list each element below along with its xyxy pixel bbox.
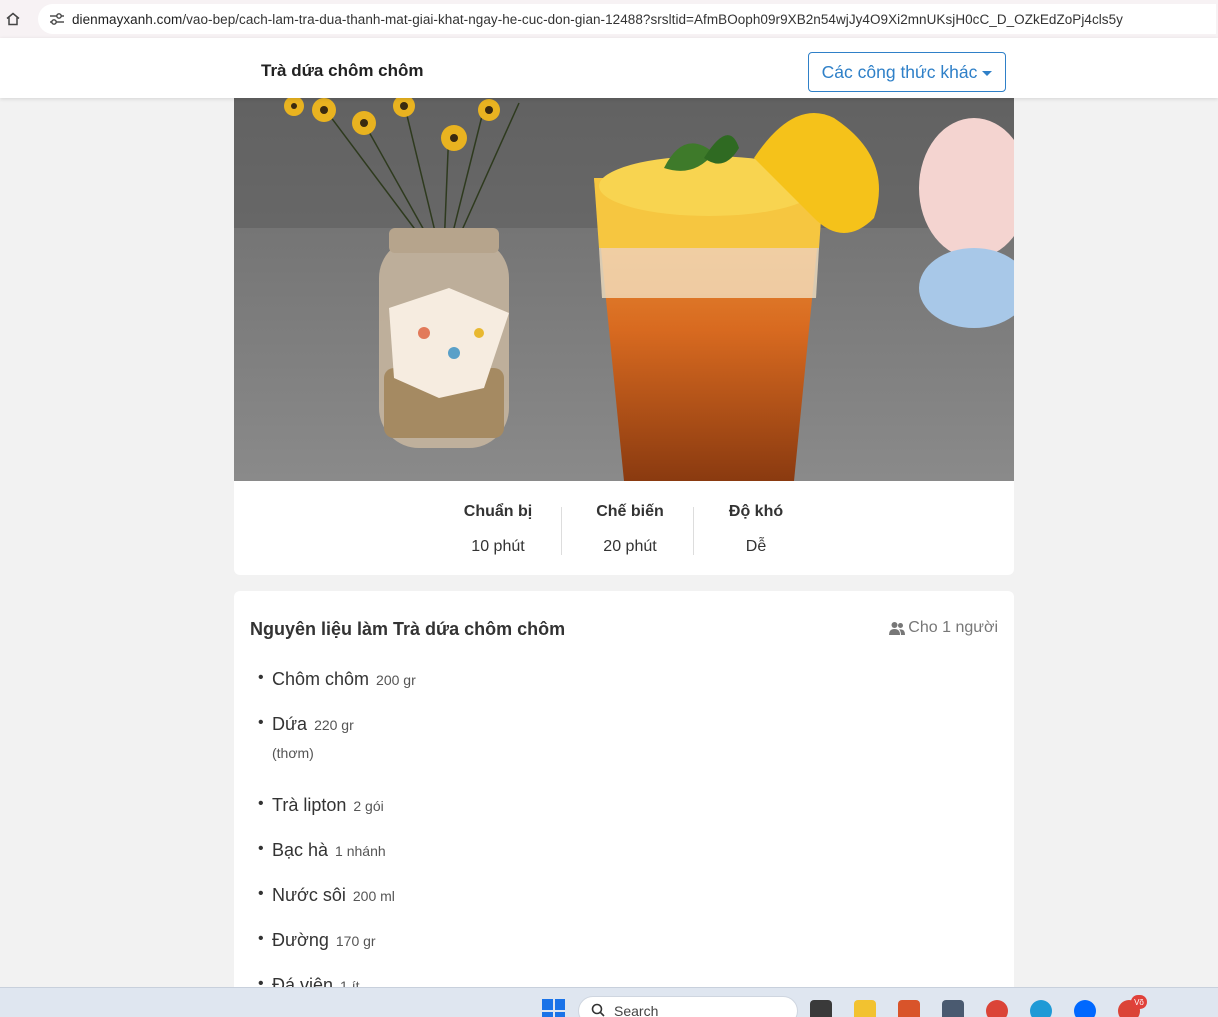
other-recipes-label: Các công thức khác bbox=[821, 61, 978, 82]
ingredient-list: Chôm chôm 200 gr Dứa 220 gr (thơm) Trà lip… bbox=[258, 669, 416, 1017]
file-explorer-icon[interactable] bbox=[854, 1000, 876, 1017]
taskbar: Search bbox=[0, 987, 1218, 1017]
ingredient-qty: 2 gói bbox=[353, 798, 384, 814]
url-text: dienmayxanh.com/vao-bep/cach-lam-tra-dua… bbox=[72, 12, 1123, 27]
ingredient-qty: 200 gr bbox=[376, 672, 416, 688]
calculator-icon[interactable] bbox=[942, 1000, 964, 1017]
site-header: Trà dứa chôm chôm Các công thức khác bbox=[0, 38, 1218, 98]
cook-time-value: 20 phút bbox=[603, 538, 657, 555]
task-view-icon[interactable] bbox=[810, 1000, 832, 1017]
home-icon[interactable] bbox=[2, 8, 24, 30]
url-domain: dienmayxanh.com bbox=[72, 11, 183, 27]
browser-address-bar: dienmayxanh.com/vao-bep/cach-lam-tra-dua… bbox=[0, 0, 1218, 38]
ingredient-item: Nước sôi 200 ml bbox=[258, 885, 416, 930]
cook-time: Chế biến 20 phút bbox=[564, 503, 696, 556]
zalo-icon[interactable] bbox=[1074, 1000, 1096, 1017]
url-path: /vao-bep/cach-lam-tra-dua-thanh-mat-giai… bbox=[182, 11, 1123, 27]
site-info-icon[interactable] bbox=[48, 10, 66, 28]
time-info-card: Chuẩn bị 10 phút Chế biến 20 phút Độ khó… bbox=[234, 481, 1014, 575]
search-icon bbox=[591, 1003, 605, 1017]
ingredient-name: Trà lipton bbox=[272, 795, 347, 815]
edge-icon[interactable] bbox=[1030, 1000, 1052, 1017]
ingredient-note: (thơm) bbox=[272, 745, 314, 761]
ingredient-item: Chôm chôm 200 gr bbox=[258, 669, 416, 714]
prep-time: Chuẩn bị 10 phút bbox=[432, 503, 564, 556]
prep-time-label: Chuẩn bị bbox=[463, 503, 533, 520]
ingredient-qty: 220 gr bbox=[314, 717, 354, 733]
difficulty: Độ khó Dễ bbox=[690, 503, 822, 556]
ingredient-qty: 1 nhánh bbox=[335, 843, 386, 859]
taskbar-search-label: Search bbox=[614, 1003, 659, 1017]
ingredient-item: Dứa 220 gr (thơm) bbox=[258, 714, 416, 795]
recipe-photo bbox=[234, 98, 1014, 481]
ingredients-title: Nguyên liệu làm Trà dứa chôm chôm bbox=[250, 619, 566, 639]
windows-start-icon[interactable] bbox=[542, 999, 565, 1017]
prep-time-value: 10 phút bbox=[471, 538, 525, 555]
users-icon bbox=[889, 621, 906, 635]
difficulty-label: Độ khó bbox=[728, 503, 784, 520]
ingredient-qty: 170 gr bbox=[335, 933, 376, 949]
header-recipe-title: Trà dứa chôm chôm bbox=[261, 61, 424, 80]
ingredient-qty: 200 ml bbox=[352, 888, 395, 904]
ingredient-item: Bạc hà 1 nhánh bbox=[258, 840, 416, 885]
ingredient-name: Chôm chôm bbox=[272, 669, 370, 689]
chrome-icon[interactable] bbox=[986, 1000, 1008, 1017]
profile-badge: Võ bbox=[1131, 995, 1147, 1009]
cook-time-label: Chế biến bbox=[596, 503, 664, 520]
ingredient-name: Đường bbox=[272, 930, 329, 950]
ingredient-item: Đường 170 gr bbox=[258, 930, 416, 975]
ingredient-name: Bạc hà bbox=[272, 840, 329, 860]
url-field[interactable]: dienmayxanh.com/vao-bep/cach-lam-tra-dua… bbox=[38, 4, 1216, 34]
servings-text: Cho 1 người bbox=[908, 619, 998, 636]
difficulty-value: Dễ bbox=[745, 538, 767, 555]
servings: Cho 1 người bbox=[889, 619, 998, 637]
caret-down-icon bbox=[982, 70, 993, 76]
divider bbox=[561, 507, 562, 555]
other-recipes-dropdown[interactable]: Các công thức khác bbox=[808, 52, 1006, 92]
ingredient-name: Dứa bbox=[272, 714, 308, 734]
ingredient-item: Trà lipton 2 gói bbox=[258, 795, 416, 840]
ingredients-card: Nguyên liệu làm Trà dứa chôm chôm Cho 1 … bbox=[234, 591, 1014, 1017]
ingredient-name: Nước sôi bbox=[272, 885, 346, 905]
snipping-tool-icon[interactable] bbox=[898, 1000, 920, 1017]
taskbar-search[interactable]: Search bbox=[578, 996, 798, 1017]
